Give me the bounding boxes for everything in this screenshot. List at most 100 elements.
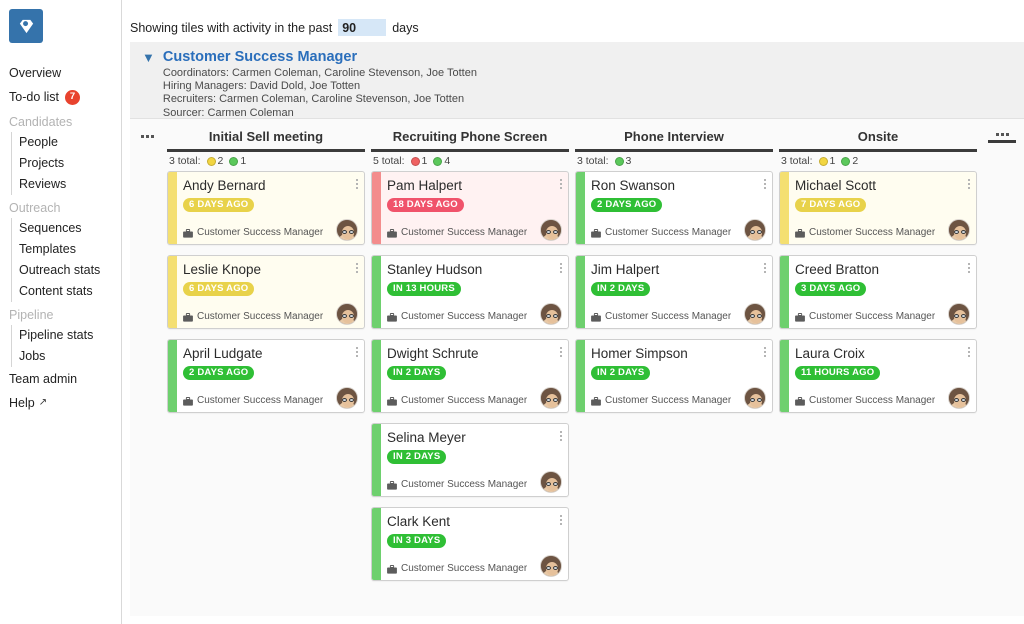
- sidebar-item-help[interactable]: Help ↗: [0, 391, 121, 415]
- status-dot-yellow: [819, 157, 828, 166]
- card-footer: Customer Success Manager: [387, 395, 562, 407]
- collapse-caret-icon[interactable]: ▼: [142, 52, 155, 109]
- card-kebab-menu-icon[interactable]: [356, 347, 358, 357]
- avatar: [540, 555, 562, 577]
- candidate-card[interactable]: Ron Swanson2 DAYS AGOCustomer Success Ma…: [575, 171, 773, 245]
- card-kebab-menu-icon[interactable]: [560, 179, 562, 189]
- sidebar-item-jobs[interactable]: Jobs: [12, 346, 121, 367]
- card-role-label: Customer Success Manager: [197, 311, 323, 323]
- column-stats: 3 total:3: [573, 152, 775, 171]
- card-footer: Customer Success Manager: [387, 563, 562, 575]
- card-column: Andy Bernard6 DAYS AGOCustomer Success M…: [164, 171, 368, 423]
- column-header-row: Initial Sell meeting3 total:21Recruiting…: [130, 119, 1024, 171]
- candidate-card[interactable]: Dwight SchruteIN 2 DAYSCustomer Success …: [371, 339, 569, 413]
- card-kebab-menu-icon[interactable]: [560, 263, 562, 273]
- sidebar-subgroup-candidates: People Projects Reviews: [11, 132, 121, 195]
- card-kebab-menu-icon[interactable]: [764, 347, 766, 357]
- board-options-menu[interactable]: [130, 123, 164, 138]
- board-column-header: Recruiting Phone Screen5 total:14: [368, 123, 572, 171]
- sidebar-item-team-admin[interactable]: Team admin: [0, 367, 121, 391]
- sidebar-item-label: Team admin: [9, 371, 77, 387]
- avatar: [540, 387, 562, 409]
- briefcase-icon: [387, 565, 397, 574]
- card-kebab-menu-icon[interactable]: [764, 179, 766, 189]
- column-options-icon[interactable]: [996, 133, 1009, 136]
- candidate-card[interactable]: Clark KentIN 3 DAYSCustomer Success Mana…: [371, 507, 569, 581]
- card-role-label: Customer Success Manager: [809, 311, 935, 323]
- column-stats: 3 total:21: [165, 152, 367, 171]
- candidate-card[interactable]: Laura Croix11 HOURS AGOCustomer Success …: [779, 339, 977, 413]
- avatar: [744, 303, 766, 325]
- column-total: 3 total:: [577, 155, 609, 167]
- avatar: [948, 303, 970, 325]
- gem-logo-icon[interactable]: [9, 9, 43, 43]
- card-kebab-menu-icon[interactable]: [968, 263, 970, 273]
- card-kebab-menu-icon[interactable]: [560, 347, 562, 357]
- candidate-card[interactable]: Creed Bratton 3 DAYS AGO Customer Success …: [779, 255, 977, 329]
- candidate-card[interactable]: April Ludgate2 DAYS AGOCustomer Success …: [167, 339, 365, 413]
- job-title-link[interactable]: Customer Success Manager: [163, 49, 477, 66]
- card-column: Michael Scott7 DAYS AGOCustomer Success …: [776, 171, 980, 423]
- card-kebab-menu-icon[interactable]: [560, 515, 562, 525]
- candidate-name: Selina Meyer: [387, 429, 562, 446]
- briefcase-icon: [387, 397, 397, 406]
- card-body: Creed Bratton 3 DAYS AGO Customer Success …: [780, 256, 976, 328]
- candidate-card[interactable]: Homer SimpsonIN 2 DAYSCustomer Success M…: [575, 339, 773, 413]
- card-role-label: Customer Success Manager: [197, 395, 323, 407]
- candidate-card[interactable]: Selina Meyer IN 2 DAYS Customer Success Ma…: [371, 423, 569, 497]
- external-link-icon: ↗: [39, 395, 47, 411]
- candidate-card[interactable]: Jim HalpertIN 2 DAYSCustomer Success Man…: [575, 255, 773, 329]
- candidate-name: Michael Scott: [795, 177, 970, 194]
- card-kebab-menu-icon[interactable]: [764, 263, 766, 273]
- column-options-menu[interactable]: [988, 133, 1016, 143]
- sidebar-item-projects[interactable]: Projects: [12, 153, 121, 174]
- column-total: 5 total:: [373, 155, 405, 167]
- column-title: Phone Interview: [573, 123, 775, 148]
- job-header-text: Customer Success Manager Coordinators: C…: [163, 49, 477, 109]
- candidate-card[interactable]: Michael Scott7 DAYS AGOCustomer Success …: [779, 171, 977, 245]
- main-content: Showing tiles with activity in the past …: [122, 0, 1024, 624]
- board-options-icon[interactable]: [141, 135, 154, 138]
- sidebar-group-pipeline: Pipeline: [0, 302, 121, 325]
- board-column-header: Initial Sell meeting3 total:21: [164, 123, 368, 171]
- sidebar-item-todo-list[interactable]: To-do list 7: [0, 85, 121, 109]
- days-input[interactable]: [338, 19, 386, 36]
- status-dot-green: [229, 157, 238, 166]
- card-kebab-menu-icon[interactable]: [968, 347, 970, 357]
- column-total: 3 total:: [169, 155, 201, 167]
- candidate-card[interactable]: Pam Halpert18 DAYS AGOCustomer Success M…: [371, 171, 569, 245]
- sidebar-item-sequences[interactable]: Sequences: [12, 218, 121, 239]
- card-kebab-menu-icon[interactable]: [356, 179, 358, 189]
- candidate-name: Creed Bratton: [795, 261, 970, 278]
- candidate-card[interactable]: Andy Bernard6 DAYS AGOCustomer Success M…: [167, 171, 365, 245]
- job-sourcer: Sourcer: Carmen Coleman: [163, 107, 477, 120]
- candidate-card[interactable]: Leslie Knope6 DAYS AGOCustomer Success M…: [167, 255, 365, 329]
- activity-time-badge: 3 DAYS AGO: [795, 282, 866, 296]
- sidebar: Overview To-do list 7 Candidates People …: [0, 0, 122, 624]
- status-dot-red: [411, 157, 420, 166]
- extra-column-menus: [980, 123, 1024, 143]
- card-kebab-menu-icon[interactable]: [356, 263, 358, 273]
- briefcase-icon: [387, 313, 397, 322]
- candidate-name: Stanley Hudson: [387, 261, 562, 278]
- briefcase-icon: [591, 397, 601, 406]
- card-role-label: Customer Success Manager: [401, 227, 527, 239]
- sidebar-item-content-stats[interactable]: Content stats: [12, 281, 121, 302]
- sidebar-item-pipeline-stats[interactable]: Pipeline stats: [12, 325, 121, 346]
- sidebar-item-people[interactable]: People: [12, 132, 121, 153]
- card-kebab-menu-icon[interactable]: [968, 179, 970, 189]
- card-kebab-menu-icon[interactable]: [560, 431, 562, 441]
- activity-time-badge: IN 2 DAYS: [387, 450, 446, 464]
- sidebar-subgroup-pipeline: Pipeline stats Jobs: [11, 325, 121, 367]
- sidebar-item-label: Help: [9, 395, 35, 411]
- activity-time-badge: 11 HOURS AGO: [795, 366, 880, 380]
- sidebar-item-reviews[interactable]: Reviews: [12, 174, 121, 195]
- sidebar-item-outreach-stats[interactable]: Outreach stats: [12, 260, 121, 281]
- card-role-label: Customer Success Manager: [401, 479, 527, 491]
- sidebar-item-overview[interactable]: Overview: [0, 61, 121, 85]
- card-role-label: Customer Success Manager: [401, 563, 527, 575]
- board-panel: ▼ Customer Success Manager Coordinators:…: [130, 42, 1024, 616]
- sidebar-item-templates[interactable]: Templates: [12, 239, 121, 260]
- status-dot-green: [433, 157, 442, 166]
- candidate-card[interactable]: Stanley HudsonIN 13 HOURSCustomer Succes…: [371, 255, 569, 329]
